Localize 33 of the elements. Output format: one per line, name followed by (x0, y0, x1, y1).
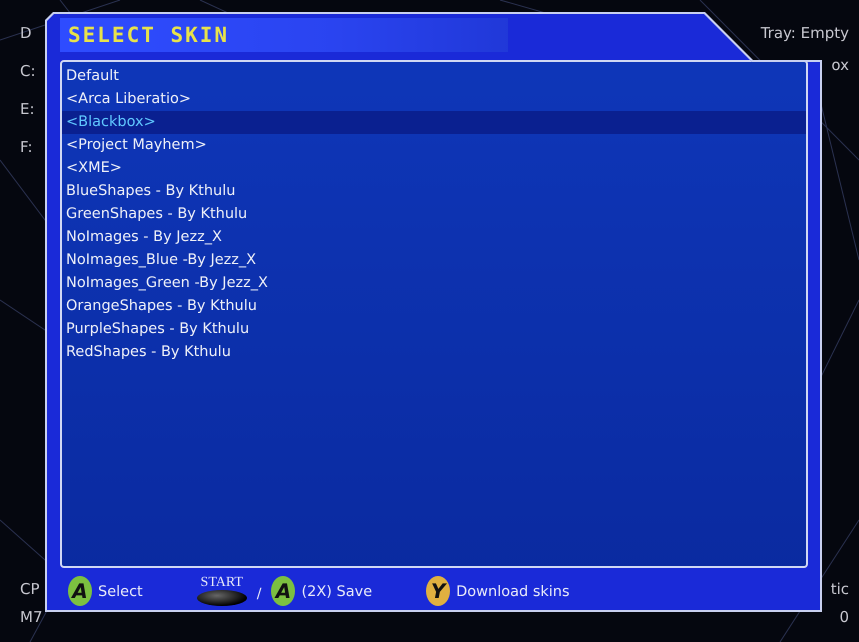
skin-list-item[interactable]: Default (62, 65, 806, 88)
dialog-title: SELECT SKIN (68, 23, 230, 47)
start-button-icon (196, 590, 247, 606)
hint-label: Download skins (456, 584, 570, 600)
skin-list-item[interactable]: GreenShapes - By Kthulu (62, 203, 806, 226)
skin-list-item[interactable]: OrangeShapes - By Kthulu (62, 295, 806, 318)
controller-button-icon: A (68, 576, 92, 606)
skin-list-item[interactable]: RedShapes - By Kthulu (62, 341, 806, 364)
hint-label: Select (98, 584, 143, 600)
controller-button-icon: Y (426, 576, 450, 606)
status-text: E: (20, 100, 35, 118)
hint-label: (2X) Save (301, 584, 372, 600)
status-text: M7 (20, 608, 42, 626)
status-text: tic (830, 580, 849, 598)
skin-list-item[interactable]: BlueShapes - By Kthulu (62, 180, 806, 203)
skin-list-item[interactable]: NoImages - By Jezz_X (62, 226, 806, 249)
skin-list-item[interactable]: <Blackbox> (62, 111, 806, 134)
skin-list-item[interactable]: <Project Mayhem> (62, 134, 806, 157)
skin-list-item[interactable]: PurpleShapes - By Kthulu (62, 318, 806, 341)
skin-list-item[interactable]: <Arca Liberatio> (62, 88, 806, 111)
skin-list-item[interactable]: NoImages_Blue -By Jezz_X (62, 249, 806, 272)
status-text: D (20, 24, 32, 42)
controller-button-icon: A (271, 576, 296, 606)
status-text: C: (20, 62, 36, 80)
status-text: 0 (839, 608, 849, 626)
skin-list-item[interactable]: NoImages_Green -By Jezz_X (62, 272, 806, 295)
status-text: CP (20, 580, 40, 598)
separator-text: / (256, 586, 262, 602)
status-text: ox (831, 56, 849, 74)
status-text: F: (20, 138, 33, 156)
skin-list-item[interactable]: <XME> (62, 157, 806, 180)
start-label: START (200, 576, 243, 590)
status-text: Tray: Empty (760, 24, 849, 42)
